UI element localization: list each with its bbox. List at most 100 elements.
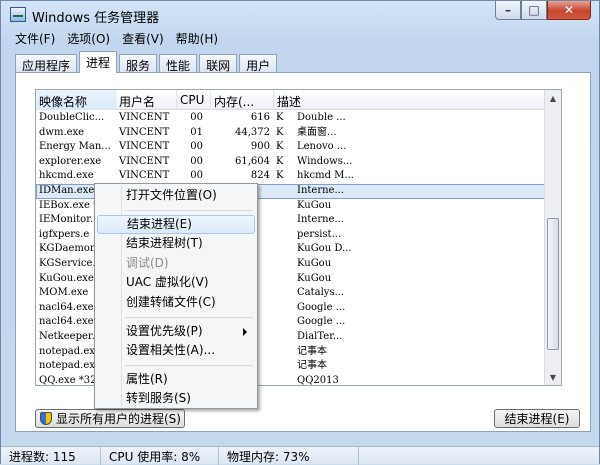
cell-desc: 记事本 [297, 345, 327, 357]
cell-name: dwm.exe [39, 126, 85, 138]
context-menu-item[interactable]: 创建转储文件(C) [97, 293, 255, 313]
table-row[interactable]: Energy Man... VINCENT 00 900 K Lenovo ... [36, 140, 561, 155]
context-menu-item-label: 打开文件位置(O) [126, 188, 217, 202]
menu-separator [125, 316, 253, 318]
context-menu-item: 调试(D) [97, 254, 255, 274]
cell-desc: persist... [297, 228, 342, 240]
cell-unit: K [276, 170, 284, 182]
vertical-scrollbar[interactable]: ▲ ▼ [544, 90, 561, 385]
cell-name: explorer.exe [39, 155, 102, 167]
cell-unit: K [276, 112, 284, 123]
table-row[interactable]: hkcmd.exe VINCENT 00 824 Khkcmd M... [36, 169, 561, 184]
tab-applications[interactable]: 应用程序 [15, 54, 78, 73]
cell-unit [273, 286, 290, 301]
context-menu-item[interactable]: 结束进程(E) [97, 214, 255, 235]
menu-view[interactable]: 查看(V) [116, 29, 170, 47]
show-all-users-label: 显示所有用户的进程(S) [56, 412, 181, 426]
cell-user: VINCENT [119, 155, 170, 167]
menu-bar: 文件(F) 选项(O) 查看(V) 帮助(H) [9, 29, 224, 47]
scroll-down-arrow-icon[interactable]: ▼ [545, 369, 561, 385]
menu-file[interactable]: 文件(F) [9, 29, 61, 47]
status-physical-memory: 物理内存: 73% [219, 447, 359, 465]
cell-desc: KuGou D... [297, 243, 352, 255]
cell-unit [273, 315, 290, 330]
cell-unit [273, 301, 290, 316]
context-menu-item[interactable]: 结束进程树(T) [97, 234, 255, 254]
menu-separator [125, 364, 253, 366]
context-menu-item-label: 结束进程树(T) [126, 236, 203, 251]
table-row[interactable]: DoubleClic... VINCENT 00 616 K Double ... [36, 111, 561, 126]
context-menu-item[interactable]: 打开文件位置(O) [97, 186, 255, 206]
cell-unit [273, 330, 290, 345]
menu-help[interactable]: 帮助(H) [170, 29, 224, 47]
tab-services[interactable]: 服务 [119, 54, 158, 73]
cell-cpu: 00 [190, 141, 203, 153]
tab-performance[interactable]: 性能 [159, 54, 198, 73]
context-menu-item[interactable]: UAC 虚拟化(V) [97, 273, 255, 293]
cell-desc: Double ... [297, 112, 346, 123]
cell-cpu: 00 [190, 170, 203, 182]
context-menu-item[interactable]: 设置相关性(A)... [97, 341, 255, 361]
context-menu-item-label: 结束进程(E) [127, 216, 192, 231]
context-menu-item-label: 属性(R) [126, 371, 168, 386]
cell-desc: Lenovo ... [297, 141, 347, 153]
cell-desc: Interne... [297, 214, 345, 226]
cell-desc: 桌面窗... [297, 126, 337, 138]
menu-separator [125, 209, 253, 211]
context-menu-item[interactable]: 转到服务(S) [97, 389, 255, 409]
cell-desc: QQ2013 [297, 374, 339, 386]
cell-name: DoubleClic... [39, 112, 105, 123]
window-title: Windows 任务管理器 [32, 11, 160, 26]
cell-mem: 44,372 [235, 126, 270, 138]
scroll-up-arrow-icon[interactable]: ▲ [545, 90, 561, 106]
cell-unit [273, 213, 290, 228]
tab-users[interactable]: 用户 [239, 54, 278, 73]
end-process-button[interactable]: 结束进程(E) [494, 409, 580, 428]
cell-cpu: 01 [190, 126, 203, 138]
table-row[interactable]: explorer.exe VINCENT 00 61,604 K Windows... [36, 155, 561, 170]
window-controls: – □ ✕ [495, 1, 591, 21]
show-all-users-button[interactable]: 显示所有用户的进程(S) [35, 409, 185, 428]
status-process-count: 进程数: 115 [1, 447, 101, 465]
minimize-button[interactable]: – [495, 1, 521, 20]
cell-user: VINCENT [119, 170, 170, 182]
cell-desc: Google ... [297, 316, 346, 328]
maximize-button[interactable]: □ [521, 1, 547, 20]
status-cpu-usage: CPU 使用率: 8% [101, 447, 219, 465]
cell-cpu: 00 [190, 155, 203, 167]
column-user-name[interactable]: 用户名 [116, 90, 177, 110]
menu-options[interactable]: 选项(O) [61, 29, 116, 47]
column-header: 映像名称 用户名 CPU 内存(... 描述 [36, 90, 561, 110]
cell-desc: Windows... [297, 155, 353, 167]
cell-desc: Interne... [297, 184, 345, 196]
table-row[interactable]: dwm.exe VINCENT 01 44,372 K 桌面窗... [36, 126, 561, 141]
cell-unit [273, 345, 290, 360]
context-menu-item-label: 调试(D) [126, 255, 169, 270]
cell-unit [273, 272, 290, 287]
cell-unit [273, 257, 290, 272]
scroll-thumb[interactable] [547, 218, 559, 350]
cell-unit [273, 359, 290, 374]
column-memory[interactable]: 内存(... [211, 90, 274, 110]
context-menu-item[interactable]: 设置优先级(P) [97, 322, 255, 342]
column-cpu[interactable]: CPU [177, 90, 211, 110]
context-menu-item-label: 设置优先级(P) [126, 323, 203, 338]
cell-mem: 900 [250, 141, 270, 153]
column-description[interactable]: 描述 [274, 90, 544, 110]
column-image-name[interactable]: 映像名称 [36, 90, 116, 110]
submenu-arrow-icon [243, 327, 247, 336]
cell-user: VINCENT [119, 112, 170, 123]
cell-unit: K [276, 126, 284, 138]
cell-mem: 616 [250, 112, 270, 123]
task-manager-icon [10, 7, 26, 22]
close-button[interactable]: ✕ [547, 1, 591, 20]
cell-desc: Catalys... [297, 287, 345, 299]
tab-strip: 应用程序 进程 服务 性能 联网 用户 [15, 51, 279, 73]
title-bar[interactable]: Windows 任务管理器 – □ ✕ [1, 1, 599, 29]
context-menu-item[interactable]: 属性(R) [97, 370, 255, 390]
cell-desc: KuGou [297, 272, 332, 284]
cell-unit [273, 228, 290, 243]
tab-processes[interactable]: 进程 [79, 51, 118, 73]
tab-networking[interactable]: 联网 [199, 54, 238, 73]
cell-unit [273, 184, 290, 199]
